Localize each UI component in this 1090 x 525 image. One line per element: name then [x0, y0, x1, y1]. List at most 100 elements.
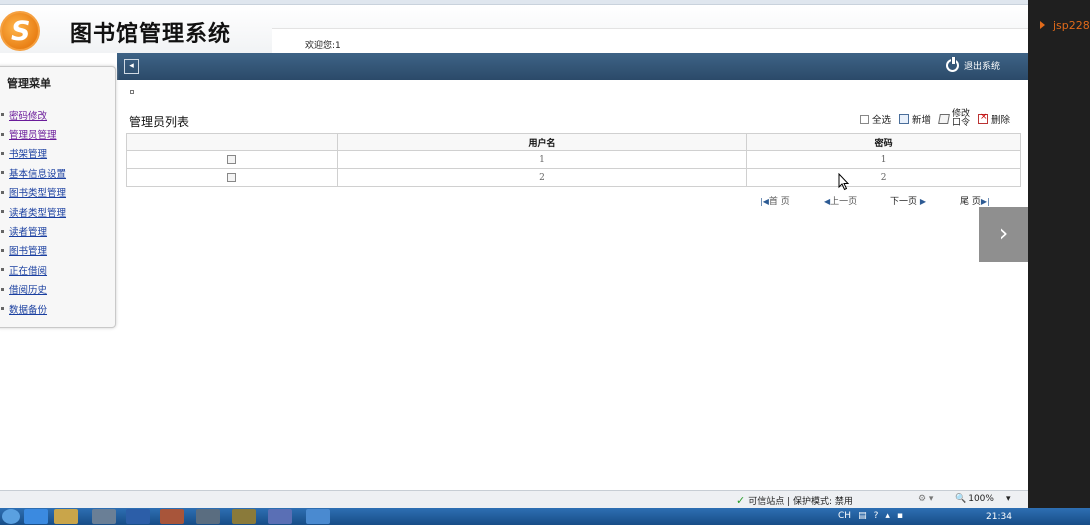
- first-page-label: 首 页: [768, 197, 790, 207]
- add-button[interactable]: 新增: [898, 112, 931, 126]
- password-cell: 1: [746, 150, 1021, 169]
- select-all-label: 全选: [871, 115, 891, 126]
- sidebar-link[interactable]: 图书管理: [9, 243, 47, 257]
- logo-glyph: S: [11, 16, 31, 47]
- sidebar-link[interactable]: 数据备份: [9, 302, 47, 316]
- prev-page-button[interactable]: ◀上一页: [824, 194, 890, 207]
- start-button-icon[interactable]: [2, 509, 20, 524]
- check-icon: ✓: [736, 494, 746, 507]
- logout-button[interactable]: 退出系统: [945, 57, 1000, 72]
- sidebar-link[interactable]: 基本信息设置: [9, 166, 66, 180]
- app-icon[interactable]: [232, 509, 256, 524]
- bullet-icon: [1, 268, 4, 272]
- sidebar-link[interactable]: 读者类型管理: [9, 205, 66, 219]
- bullet-icon: [1, 210, 4, 214]
- welcome-text: 欢迎您:1: [305, 41, 341, 51]
- logo-icon: S: [0, 11, 40, 51]
- sidebar-item-basic-info: 基本信息设置: [1, 163, 66, 182]
- app-icon[interactable]: [160, 509, 184, 524]
- sidebar-item-admins: 管理员管理: [1, 124, 66, 143]
- logout-label: 退出系统: [963, 62, 1000, 72]
- sidebar-item-reader-types: 读者类型管理: [1, 202, 66, 221]
- last-page-label: 尾 页: [960, 197, 981, 207]
- column-header: 密码: [746, 133, 1021, 151]
- last-page-button[interactable]: 尾 页▶|: [960, 194, 990, 207]
- right-side-panel: jsp228: [1030, 0, 1090, 508]
- sidebar-link[interactable]: 密码修改: [9, 108, 47, 122]
- app-icon[interactable]: [268, 509, 292, 524]
- zoom-control[interactable]: 🔍 100%: [955, 494, 994, 504]
- sidebar-item-backup: 数据备份: [1, 299, 66, 318]
- project-label[interactable]: jsp228: [1053, 19, 1090, 32]
- sidebar-link[interactable]: 书架管理: [9, 146, 47, 160]
- nav-bar: ◂ 退出系统: [117, 53, 1028, 80]
- delete-button[interactable]: 删除: [977, 112, 1010, 126]
- sidebar-link[interactable]: 正在借阅: [9, 263, 47, 277]
- admin-table: 用户名 密码 1 1 2 2: [126, 133, 1021, 187]
- ime-indicator[interactable]: CH: [838, 511, 851, 521]
- help-icon[interactable]: ?: [874, 511, 879, 521]
- bullet-icon: [1, 229, 4, 233]
- sidebar: 管理菜单 密码修改 管理员管理 书架管理 基本信息设置 图书类型管理 读者类型管…: [0, 66, 116, 328]
- sidebar-item-readers: 读者管理: [1, 221, 66, 240]
- bullet-icon: [1, 287, 4, 291]
- word-icon[interactable]: [126, 509, 150, 524]
- row-checkbox[interactable]: [227, 154, 237, 164]
- edit-password-button[interactable]: 修改 口令: [938, 110, 970, 128]
- status-bar: ✓ 可信站点 | 保护模式: 禁用 ⚙ ▾ 🔍 100% ▾: [0, 490, 1028, 508]
- app-title: 图书馆管理系统: [70, 22, 232, 47]
- security-zone-label: 可信站点 | 保护模式: 禁用: [748, 497, 853, 507]
- password-cell: 2: [746, 168, 1021, 187]
- tools-icon[interactable]: ⚙ ▾: [918, 494, 933, 504]
- column-header: 用户名: [336, 133, 748, 151]
- app-icon[interactable]: [196, 509, 220, 524]
- zoom-level: 100%: [968, 494, 994, 504]
- bullet-icon: [1, 307, 4, 311]
- next-page-icon: ▶: [919, 197, 927, 206]
- sidebar-link[interactable]: 借阅历史: [9, 282, 47, 296]
- bullet-icon: [1, 171, 4, 175]
- add-icon: [898, 114, 909, 124]
- edit-icon: [938, 114, 950, 124]
- sidebar-item-book-types: 图书类型管理: [1, 183, 66, 202]
- bullet-icon: [1, 248, 4, 252]
- select-all-button[interactable]: 全选: [859, 112, 891, 126]
- zoom-dropdown-icon[interactable]: ▾: [1006, 494, 1011, 504]
- system-tray: CH ▤ ? ▴ ▪: [838, 511, 903, 521]
- delete-label: 删除: [990, 115, 1010, 126]
- next-slide-button[interactable]: ›: [979, 207, 1028, 262]
- security-zone[interactable]: ✓ 可信站点 | 保护模式: 禁用: [736, 494, 853, 507]
- sidebar-item-books: 图书管理: [1, 241, 66, 260]
- network-icon[interactable]: ▪: [897, 511, 903, 521]
- delete-icon: [977, 112, 988, 124]
- sidebar-toggle-button[interactable]: ◂: [124, 59, 139, 74]
- ie-icon[interactable]: [24, 509, 48, 524]
- tray-expand-icon[interactable]: ▴: [885, 511, 890, 521]
- browser-content: S 图书馆管理系统 欢迎您:1 ◂ 退出系统 管理菜单 密码修改 管理员管理 书…: [0, 0, 1028, 508]
- username-cell: 1: [336, 150, 748, 169]
- clock: 21:34: [986, 512, 1012, 522]
- keyboard-icon[interactable]: ▤: [858, 511, 867, 521]
- row-select-cell: [126, 168, 338, 187]
- next-page-button[interactable]: 下一页 ▶: [890, 194, 960, 207]
- welcome-box: 欢迎您:1: [272, 28, 1028, 53]
- ie-icon[interactable]: [306, 509, 330, 524]
- prev-page-label: 上一页: [830, 197, 858, 207]
- last-page-icon: ▶|: [980, 197, 990, 206]
- row-checkbox[interactable]: [227, 172, 237, 182]
- app-icon[interactable]: [92, 509, 116, 524]
- edit-label: 修改 口令: [952, 110, 970, 128]
- pagination: |◀首 页 ◀上一页 下一页 ▶ 尾 页▶|: [760, 194, 990, 207]
- sidebar-link[interactable]: 图书类型管理: [9, 185, 66, 199]
- sidebar-link[interactable]: 管理员管理: [9, 127, 57, 141]
- first-page-button[interactable]: |◀首 页: [760, 194, 824, 207]
- bullet-icon: [1, 151, 4, 155]
- bullet-icon: [1, 132, 4, 136]
- power-icon: [945, 57, 959, 72]
- expand-arrow-icon[interactable]: [1040, 21, 1045, 29]
- sidebar-item-password: 密码修改: [1, 105, 66, 124]
- folder-icon[interactable]: [54, 509, 78, 524]
- sidebar-link[interactable]: 读者管理: [9, 224, 47, 238]
- edit-label-line2: 口令: [951, 118, 970, 128]
- column-header: [126, 133, 338, 151]
